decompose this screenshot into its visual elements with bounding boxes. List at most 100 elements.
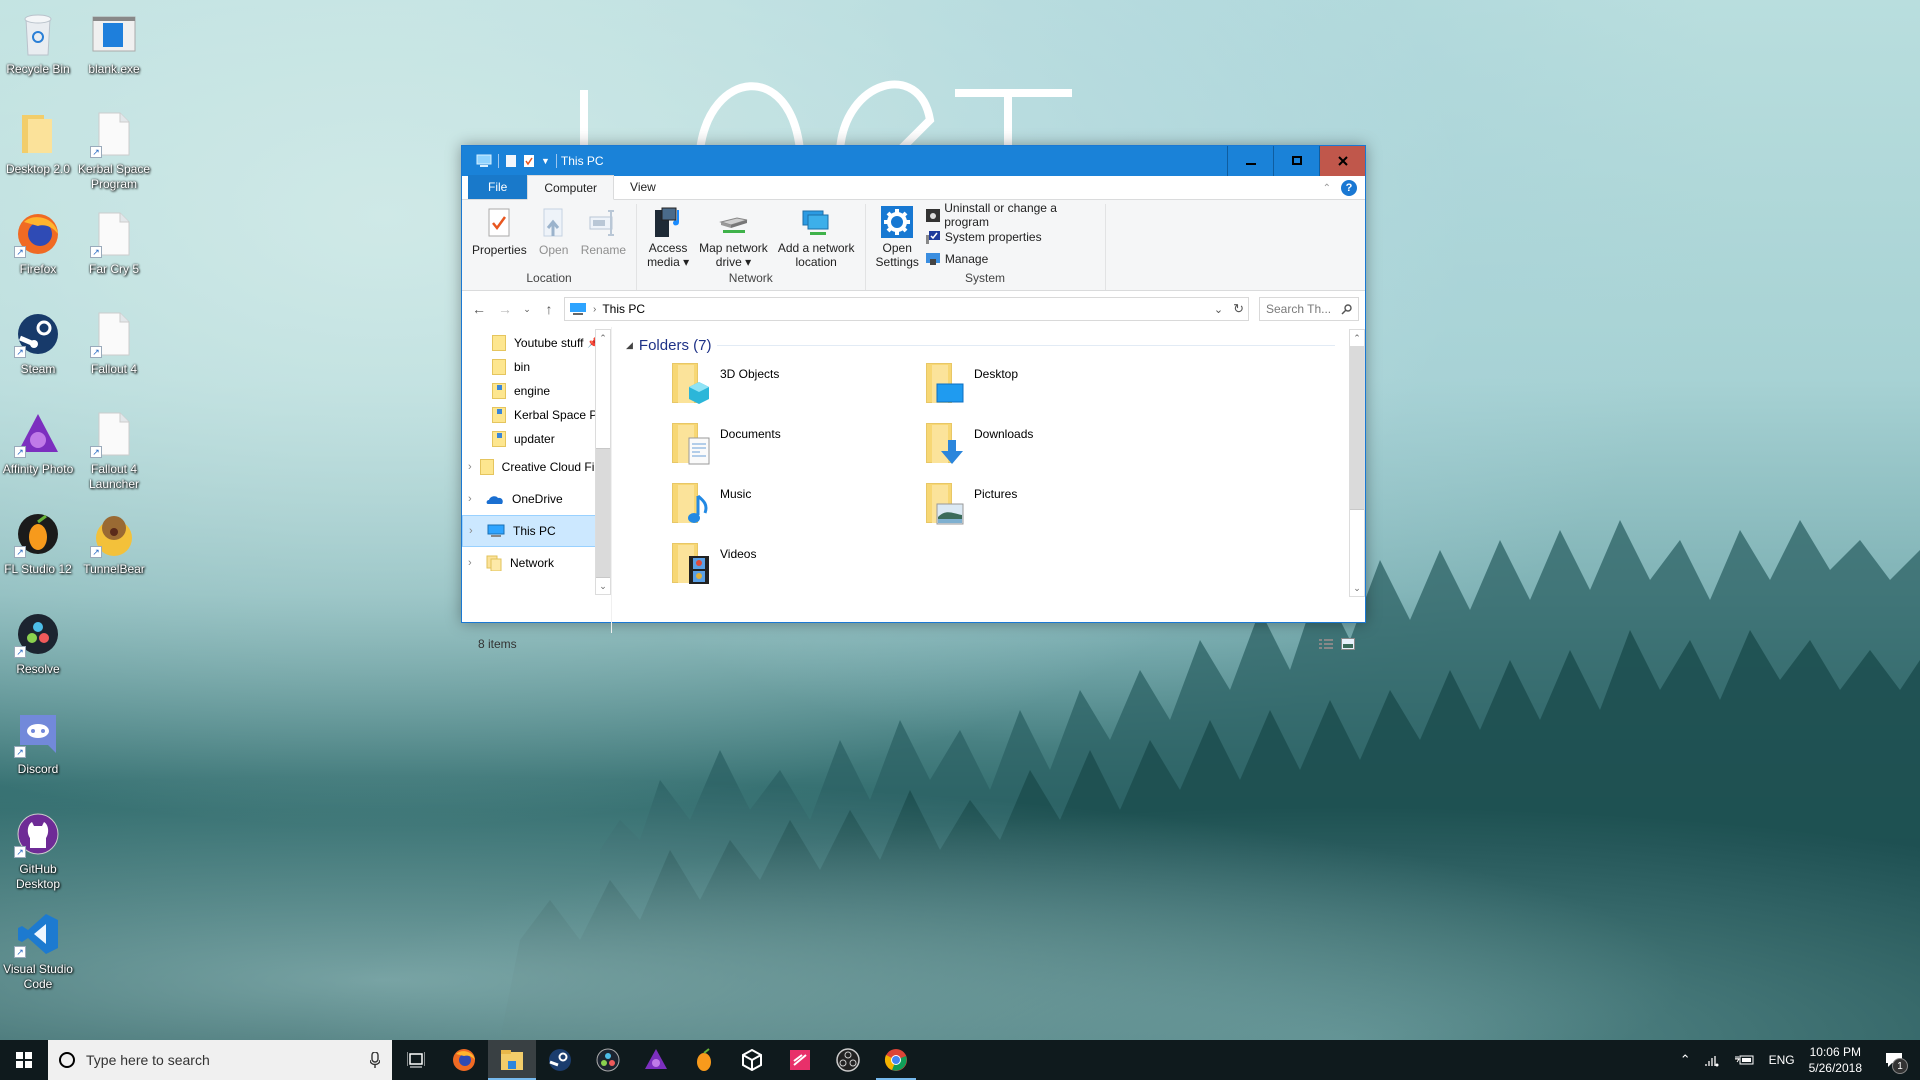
nav-item-onedrive[interactable]: › OneDrive [462,483,596,515]
system-properties-button[interactable]: System properties [925,228,1099,246]
customize-qat-icon[interactable]: ▼ [541,156,550,166]
refresh-icon[interactable]: ↻ [1233,301,1244,317]
close-button[interactable] [1319,146,1365,176]
start-button[interactable] [0,1040,48,1080]
properties-button[interactable]: Properties [468,204,531,270]
address-dropdown-icon[interactable]: ⌄ [1214,303,1223,316]
desktop-icon-visual-studio-code[interactable]: ↗ Visual Studio Code [0,910,76,992]
content-scrollbar[interactable]: ⌃ ⌄ [1349,329,1365,597]
desktop-icon-tunnelbear[interactable]: ↗ TunnelBear [76,510,152,577]
expand-chevron-icon[interactable]: › [468,493,478,505]
breadcrumb-this-pc[interactable]: This PC [602,302,645,316]
taskbar-file-explorer-button[interactable] [488,1040,536,1080]
rename-button[interactable]: Rename [577,204,630,270]
expand-chevron-icon[interactable]: › [468,557,478,569]
expand-chevron-icon[interactable]: › [468,461,472,473]
folder-item-desktop[interactable]: Desktop [926,363,1180,403]
desktop-icon-affinity-photo[interactable]: ↗ Affinity Photo [0,410,76,477]
taskbar-chrome-button[interactable] [872,1040,920,1080]
folders-section-header[interactable]: ◢ Folders (7) [626,327,1365,357]
scroll-up-icon[interactable]: ⌃ [1350,330,1364,346]
action-center-button[interactable]: 1 [1876,1040,1912,1080]
expand-chevron-icon[interactable]: › [469,525,479,537]
language-indicator[interactable]: ENG [1769,1053,1795,1067]
search-input[interactable]: Search Th... [1259,297,1359,321]
nav-item-bin[interactable]: bin [462,355,596,379]
nav-scrollbar-thumb[interactable] [596,448,610,578]
desktop-icon-fl-studio-12[interactable]: ↗ FL Studio 12 [0,510,76,577]
desktop-icon-desktop-2-0[interactable]: Desktop 2.0 [0,110,76,177]
folder-item-3d-objects[interactable]: 3D Objects [672,363,926,404]
open-button[interactable]: Open [533,204,575,270]
taskbar-obs-button[interactable] [824,1040,872,1080]
back-button[interactable]: ← [468,298,490,320]
scroll-down-icon[interactable]: ⌄ [596,578,610,594]
desktop-icon-far-cry-5[interactable]: ↗ Far Cry 5 [76,210,152,277]
desktop-icon-fallout-4[interactable]: ↗ Fallout 4 [76,310,152,377]
uninstall-program-button[interactable]: Uninstall or change a program [925,201,1099,229]
manage-button[interactable]: Manage [925,250,1099,268]
taskbar-unity-button[interactable] [728,1040,776,1080]
taskbar-firefox-button[interactable] [440,1040,488,1080]
desktop-icon-fallout-4-launcher[interactable]: ↗ Fallout 4 Launcher [76,410,152,492]
taskbar-search-box[interactable]: Type here to search [48,1040,392,1080]
folder-item-downloads[interactable]: Downloads [926,423,1180,464]
nav-item-engine[interactable]: engine [462,379,596,403]
folder-item-pictures[interactable]: Pictures [926,483,1180,525]
folder-item-music[interactable]: Music [672,483,926,523]
minimize-button[interactable] [1227,146,1273,176]
collapse-ribbon-icon[interactable]: ⌃ [1323,183,1331,194]
desktop-icon-steam[interactable]: ↗ Steam [0,310,76,377]
taskbar-task-view-button[interactable] [392,1040,440,1080]
up-button[interactable]: ↑ [538,298,560,320]
scroll-down-icon[interactable]: ⌄ [1350,580,1364,596]
add-network-location-button[interactable]: Add a network location [774,204,859,270]
taskbar-fl-studio-button[interactable] [680,1040,728,1080]
taskbar-affinity-photo-button[interactable] [632,1040,680,1080]
folder-item-documents[interactable]: Documents [672,423,926,465]
desktop-icon-resolve[interactable]: ↗ Resolve [0,610,76,677]
maximize-button[interactable] [1273,146,1319,176]
nav-item-creative-cloud-fil[interactable]: › Creative Cloud Fil [462,451,596,483]
recent-locations-button[interactable]: ⌄ [520,298,534,320]
address-bar[interactable]: › This PC ⌄ ↻ [564,297,1249,321]
desktop-icon-recycle-bin[interactable]: Recycle Bin [0,10,76,77]
desktop-icon-blank-exe[interactable]: blank.exe [76,10,152,77]
nav-item-network[interactable]: › Network [462,547,596,579]
folder-item-videos[interactable]: Videos [672,543,926,584]
taskbar-davinci-resolve-button[interactable] [584,1040,632,1080]
new-document-icon[interactable] [505,154,517,168]
help-icon[interactable]: ? [1341,180,1357,196]
details-view-icon[interactable] [1319,638,1333,650]
microphone-icon[interactable] [370,1052,380,1068]
access-media-button[interactable]: Access media ▾ [643,204,693,270]
desktop-icon-github-desktop[interactable]: ↗ GitHub Desktop [0,810,76,892]
properties-icon[interactable] [523,154,535,168]
open-settings-button[interactable]: Open Settings [872,204,923,270]
desktop-icon-discord[interactable]: ↗ Discord [0,710,76,777]
tab-view[interactable]: View [614,175,672,199]
desktop-icon-firefox[interactable]: ↗ Firefox [0,210,76,277]
nav-item-updater[interactable]: updater [462,427,596,451]
large-icons-view-icon[interactable] [1341,638,1355,650]
desktop-icon-kerbal-space-program[interactable]: ↗ Kerbal Space Program [76,110,152,192]
battery-icon[interactable] [1734,1054,1755,1066]
map-network-drive-button[interactable]: Map network drive ▾ [695,204,772,270]
show-hidden-icons-icon[interactable]: ⌃ [1680,1052,1691,1068]
nav-item-youtube-stuff[interactable]: Youtube stuff 📌 [462,331,596,355]
nav-item-this-pc[interactable]: › This PC [462,515,596,547]
tab-file[interactable]: File [468,175,528,199]
scroll-up-icon[interactable]: ⌃ [596,330,610,346]
forward-button[interactable]: → [494,298,516,320]
tab-computer[interactable]: Computer [527,175,615,200]
collapse-triangle-icon[interactable]: ◢ [626,340,633,351]
nav-item-kerbal-space-pro[interactable]: Kerbal Space Pro [462,403,596,427]
taskbar-steam-button[interactable] [536,1040,584,1080]
obs-icon [836,1048,860,1072]
nav-scrollbar[interactable]: ⌃ ⌄ [595,329,611,595]
content-scrollbar-thumb[interactable] [1350,346,1364,510]
wifi-icon[interactable] [1704,1053,1721,1067]
title-bar[interactable]: ▼ This PC [462,146,1365,176]
taskbar-pink-app-button[interactable] [776,1040,824,1080]
clock[interactable]: 10:06 PM 5/26/2018 [1809,1044,1862,1076]
